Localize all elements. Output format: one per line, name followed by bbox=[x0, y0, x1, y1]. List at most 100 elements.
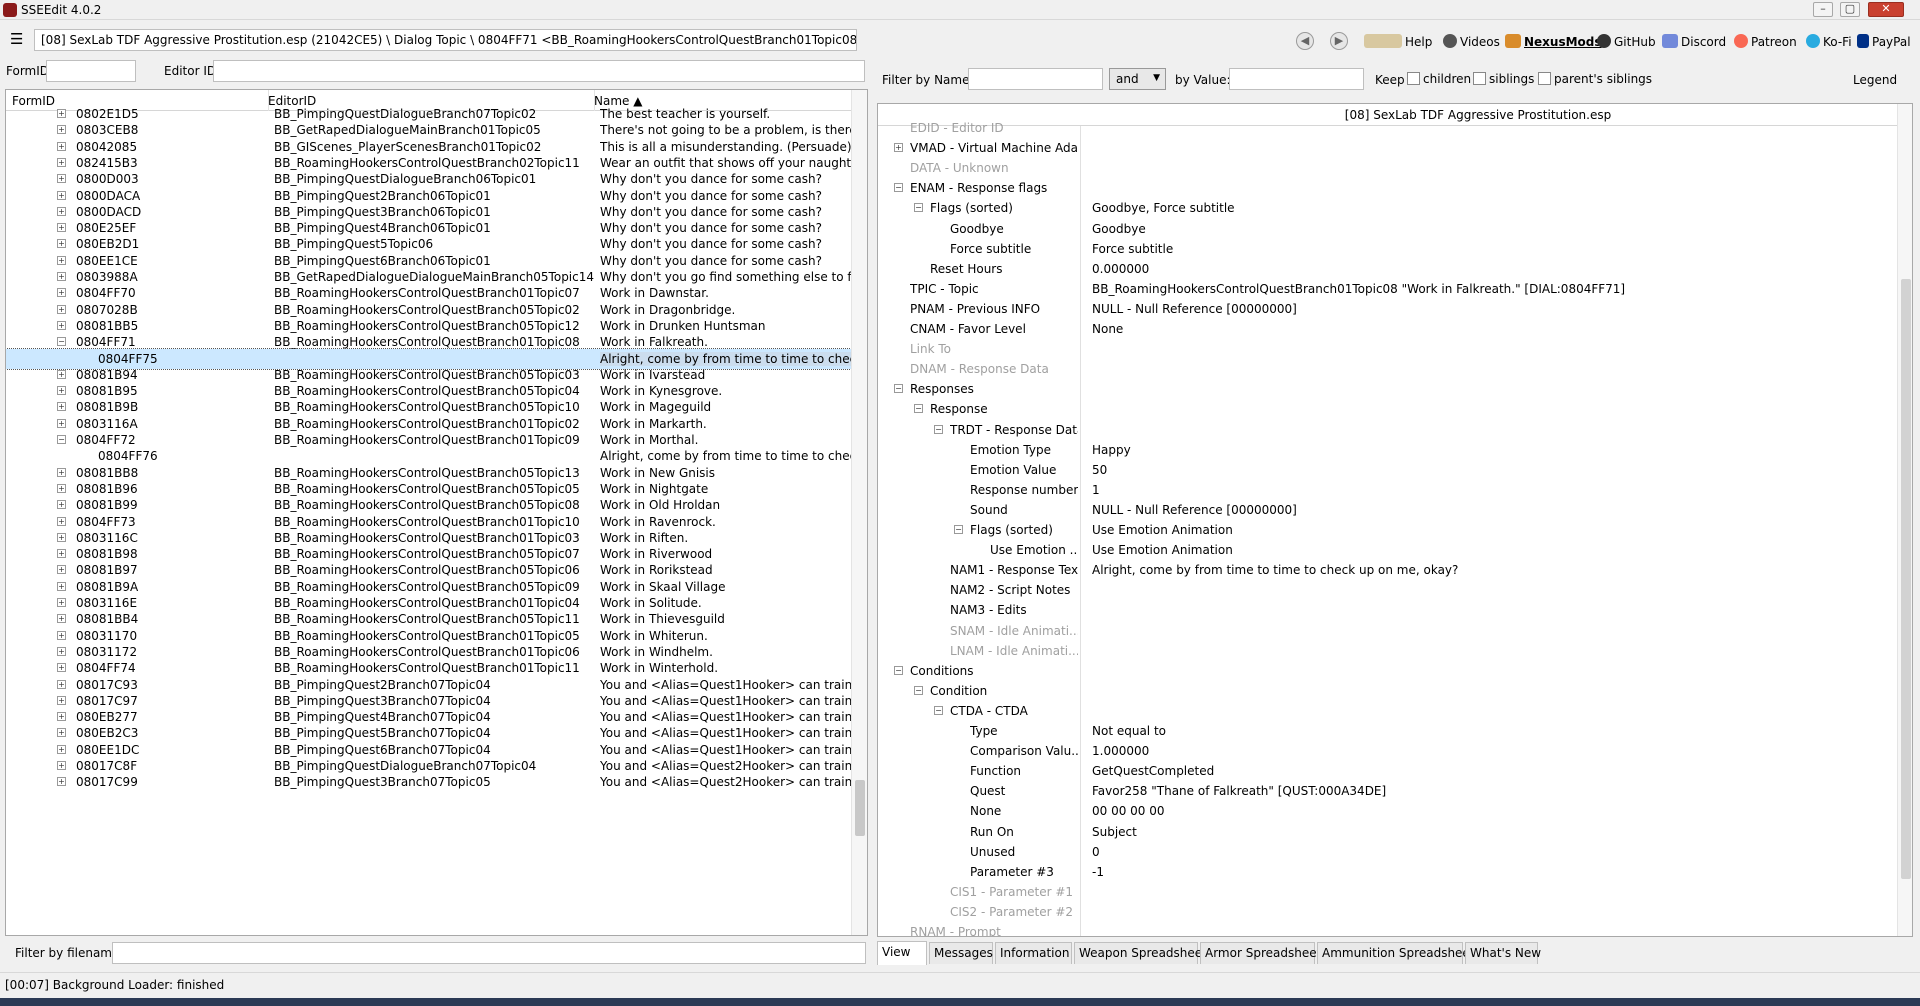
expand-icon[interactable]: + bbox=[57, 157, 66, 167]
keep-siblings-checkbox[interactable] bbox=[1473, 72, 1486, 85]
record-field-row[interactable]: NAM2 - Script Notes bbox=[878, 580, 1898, 600]
record-field-row[interactable]: Use Emotion ... Use Emotion Animation bbox=[878, 540, 1898, 560]
expand-icon[interactable]: + bbox=[57, 141, 66, 151]
record-field-row[interactable]: − Responses bbox=[878, 379, 1898, 399]
maximize-button[interactable]: ▢ bbox=[1840, 2, 1860, 17]
keep-parents-siblings-checkbox[interactable] bbox=[1538, 72, 1551, 85]
record-field-row[interactable]: PNAM - Previous INFO NULL - Null Referenc… bbox=[878, 299, 1898, 319]
record-field-row[interactable]: Goodbye Goodbye bbox=[878, 219, 1898, 239]
record-field-row[interactable]: − CTDA - CTDA bbox=[878, 701, 1898, 721]
expand-icon[interactable]: + bbox=[57, 272, 66, 281]
record-field-row[interactable]: NAM3 - Edits bbox=[878, 600, 1898, 620]
expand-icon[interactable]: + bbox=[57, 255, 66, 265]
record-field-row[interactable]: Parameter #3 -1 bbox=[878, 862, 1898, 882]
expand-icon[interactable]: + bbox=[57, 304, 66, 314]
legend-button[interactable]: Legend bbox=[1853, 73, 1897, 87]
record-field-row[interactable]: CIS2 - Parameter #2 bbox=[878, 902, 1898, 922]
expand-icon[interactable]: + bbox=[57, 467, 66, 477]
discord-link[interactable]: Discord bbox=[1662, 34, 1726, 49]
collapse-icon[interactable]: − bbox=[914, 685, 923, 695]
expand-icon[interactable]: + bbox=[57, 663, 66, 673]
record-field-row[interactable]: Run On Subject bbox=[878, 822, 1898, 842]
expand-icon[interactable]: + bbox=[57, 402, 66, 412]
record-field-row[interactable]: − TRDT - Response Data bbox=[878, 420, 1898, 440]
tab-armor-spreadsheet[interactable]: Armor Spreadsheet bbox=[1200, 942, 1321, 964]
record-field-row[interactable]: Sound NULL - Null Reference [00000000] bbox=[878, 500, 1898, 520]
expand-icon[interactable]: + bbox=[57, 418, 66, 428]
record-field-row[interactable]: Quest Favor258 "Thane of Falkreath" [QUST… bbox=[878, 781, 1898, 801]
filter-by-name-input[interactable] bbox=[968, 68, 1103, 90]
help-link[interactable]: Help bbox=[1364, 34, 1432, 49]
expand-icon[interactable]: + bbox=[57, 174, 66, 184]
expand-icon[interactable]: + bbox=[57, 549, 66, 559]
navigation-tree[interactable]: FormID EditorID Name ▲ +0802E1D5 BB_Pimpi… bbox=[5, 89, 868, 936]
record-field-row[interactable]: DNAM - Response Data bbox=[878, 359, 1898, 379]
collapse-icon[interactable]: − bbox=[934, 424, 943, 434]
back-arrow-icon[interactable]: ◀ bbox=[1296, 32, 1314, 50]
expand-icon[interactable]: + bbox=[57, 500, 66, 510]
record-field-row[interactable]: Type Not equal to bbox=[878, 721, 1898, 741]
editorid-filter-input[interactable] bbox=[213, 60, 865, 82]
left-scrollbar[interactable] bbox=[851, 90, 867, 935]
record-field-row[interactable]: SNAM - Idle Animati... bbox=[878, 621, 1898, 641]
record-field-row[interactable]: TPIC - Topic BB_RoamingHookersControlQues… bbox=[878, 279, 1898, 299]
expand-icon[interactable]: + bbox=[57, 516, 66, 526]
expand-icon[interactable]: + bbox=[57, 712, 66, 722]
paypal-link[interactable]: PayPal bbox=[1857, 34, 1911, 49]
formid-filter-input[interactable] bbox=[46, 60, 136, 82]
kofi-link[interactable]: Ko-Fi bbox=[1806, 34, 1852, 49]
patreon-link[interactable]: Patreon bbox=[1734, 34, 1797, 49]
record-field-row[interactable]: None 00 00 00 00 bbox=[878, 801, 1898, 821]
tab-view[interactable]: View bbox=[877, 941, 927, 965]
expand-icon[interactable]: + bbox=[57, 679, 66, 689]
tab-information[interactable]: Information bbox=[995, 942, 1072, 964]
hamburger-menu-icon[interactable]: ☰ bbox=[10, 32, 24, 47]
expand-icon[interactable]: + bbox=[57, 630, 66, 640]
record-field-row[interactable]: Emotion Type Happy bbox=[878, 440, 1898, 460]
record-field-row[interactable]: DATA - Unknown bbox=[878, 158, 1898, 178]
collapse-icon[interactable]: − bbox=[894, 183, 903, 193]
tab-ammunition-spreadsheet[interactable]: Ammunition Spreadsheet bbox=[1317, 942, 1475, 964]
collapse-icon[interactable]: − bbox=[934, 705, 943, 715]
collapse-icon[interactable]: − bbox=[914, 404, 923, 414]
record-field-row[interactable]: CNAM - Favor Level None bbox=[878, 319, 1898, 339]
collapse-icon[interactable]: − bbox=[894, 665, 903, 675]
expand-icon[interactable]: + bbox=[57, 369, 66, 379]
minimize-button[interactable]: – bbox=[1813, 2, 1833, 17]
filter-operator-select[interactable]: and ▼ bbox=[1109, 68, 1166, 90]
collapse-icon[interactable]: − bbox=[954, 525, 963, 534]
forward-arrow-icon[interactable]: ▶ bbox=[1330, 32, 1348, 50]
videos-link[interactable]: Videos bbox=[1443, 34, 1500, 49]
expand-icon[interactable]: + bbox=[57, 206, 66, 216]
expand-icon[interactable]: + bbox=[57, 581, 66, 591]
scrollbar-thumb[interactable] bbox=[855, 780, 865, 836]
tab-what-s-new[interactable]: What's New bbox=[1465, 942, 1541, 964]
record-field-row[interactable]: Reset Hours 0.000000 bbox=[878, 259, 1898, 279]
close-button[interactable]: ✕ bbox=[1868, 2, 1904, 17]
record-field-row[interactable]: − Response bbox=[878, 399, 1898, 419]
expand-icon[interactable]: + bbox=[57, 190, 66, 200]
collapse-icon[interactable]: − bbox=[57, 337, 66, 347]
right-scrollbar[interactable] bbox=[1897, 104, 1912, 936]
record-field-row[interactable]: Force subtitle Force subtitle bbox=[878, 239, 1898, 259]
tree-row[interactable]: +08017C99 BB_PimpingQuest3Branch07Topic05… bbox=[6, 772, 855, 792]
github-link[interactable]: GitHub bbox=[1597, 34, 1656, 49]
expand-icon[interactable]: + bbox=[57, 744, 66, 754]
keep-children-checkbox[interactable] bbox=[1407, 72, 1420, 85]
nexusmods-link[interactable]: NexusMods bbox=[1505, 34, 1602, 49]
collapse-icon[interactable]: − bbox=[914, 203, 923, 213]
record-field-row[interactable]: Unused 0 bbox=[878, 842, 1898, 862]
expand-icon[interactable]: + bbox=[57, 777, 66, 787]
record-path-field[interactable]: [08] SexLab TDF Aggressive Prostitution.… bbox=[34, 29, 857, 51]
record-field-row[interactable]: Function GetQuestCompleted bbox=[878, 761, 1898, 781]
expand-icon[interactable]: + bbox=[57, 483, 66, 493]
record-field-row[interactable]: Response number 1 bbox=[878, 480, 1898, 500]
expand-icon[interactable]: + bbox=[57, 320, 66, 330]
record-field-row[interactable]: LNAM - Idle Animati... bbox=[878, 641, 1898, 661]
expand-icon[interactable]: + bbox=[57, 386, 66, 396]
record-view[interactable]: [08] SexLab TDF Aggressive Prostitution.… bbox=[877, 103, 1913, 937]
collapse-icon[interactable]: − bbox=[57, 435, 66, 444]
expand-icon[interactable]: + bbox=[57, 223, 66, 233]
expand-icon[interactable]: + bbox=[57, 614, 66, 624]
filter-by-value-input[interactable] bbox=[1229, 68, 1364, 90]
